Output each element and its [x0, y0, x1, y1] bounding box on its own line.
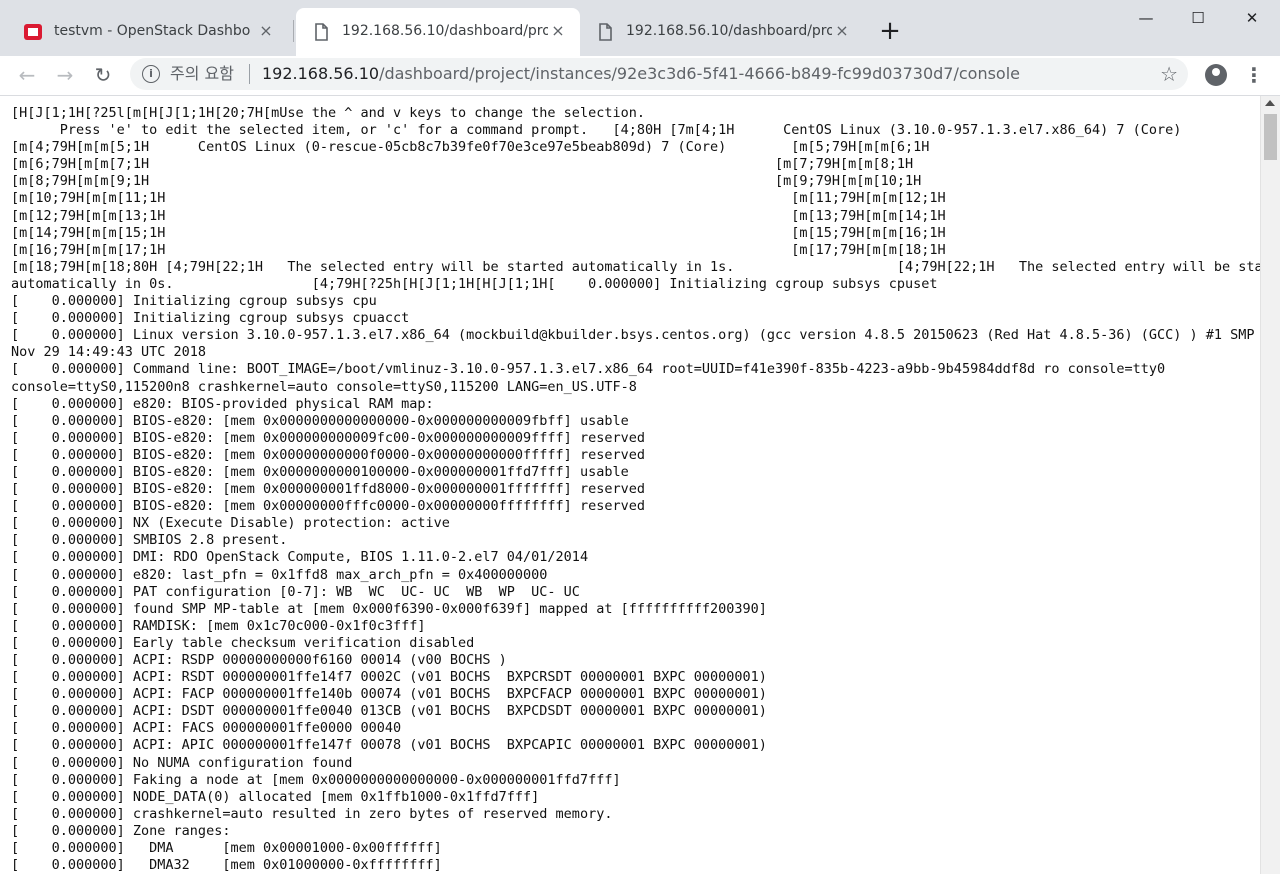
console-line: [ 0.000000] BIOS-e820: [mem 0x0000000000…: [11, 463, 629, 480]
reload-button[interactable]: ↻: [88, 60, 118, 90]
console-line: [ 0.000000] BIOS-e820: [mem 0x000000001f…: [11, 481, 645, 498]
console-line: [ 0.000000] RAMDISK: [mem 0x1c70c000-0x1…: [11, 617, 426, 634]
console-line: [m[6;79H[m[m[7;1H [m[7;79H[m[m[8;1H: [11, 156, 914, 173]
console-lines: [H[J[1;1H[?25l[m[H[J[1;1H[20;7H[mUse the…: [11, 105, 1260, 874]
console-line: console=ttyS0,115200n8 crashkernel=auto …: [11, 378, 637, 395]
tab-openstack-dashboard[interactable]: testvm - OpenStack Dashboard ×: [8, 8, 288, 56]
close-window-button[interactable]: ✕: [1226, 0, 1278, 36]
tab-close-icon[interactable]: ×: [256, 21, 276, 41]
console-line: [ 0.000000] Command line: BOOT_IMAGE=/bo…: [11, 361, 1166, 378]
new-tab-button[interactable]: +: [874, 17, 906, 45]
info-icon[interactable]: i: [142, 65, 160, 83]
browser-titlebar: testvm - OpenStack Dashboard × 192.168.5…: [0, 0, 1280, 56]
profile-avatar-icon[interactable]: [1205, 64, 1227, 86]
console-line: [m[12;79H[m[m[13;1H [m[13;79H[m[m[14;1H: [11, 207, 946, 224]
browser-toolbar: ← → ↻ i 주의 요함 192.168.56.10/dashboard/pr…: [0, 56, 1280, 96]
console-line: [ 0.000000] No NUMA configuration found: [11, 754, 353, 771]
console-line: [ 0.000000] ACPI: RSDP 00000000000f6160 …: [11, 652, 507, 668]
console-line: [ 0.000000] ACPI: DSDT 000000001ffe0040 …: [11, 703, 767, 720]
bookmark-star-icon[interactable]: ☆: [1160, 62, 1178, 86]
console-line: [ 0.000000] ACPI: FACP 000000001ffe140b …: [11, 686, 767, 703]
console-line: [ 0.000000] BIOS-e820: [mem 0x0000000000…: [11, 412, 629, 429]
console-line: automatically in 0s. [4;79H[?25h[H[J[1;1…: [11, 275, 938, 292]
forward-button[interactable]: →: [50, 60, 80, 90]
console-line: [ 0.000000] found SMP MP-table at [mem 0…: [11, 600, 767, 617]
url-path: /dashboard/project/instances/92e3c3d6-5f…: [379, 64, 1020, 83]
tab-close-icon[interactable]: ×: [548, 21, 568, 41]
document-icon: [599, 23, 612, 41]
console-line: Nov 29 14:49:43 UTC 2018: [11, 344, 207, 361]
console-line: [m[8;79H[m[m[9;1H [m[9;79H[m[m[10;1H: [11, 173, 922, 190]
console-line: [m[18;79H[m[18;80H [4;79H[22;1H The sele…: [11, 258, 1260, 275]
console-line: [ 0.000000] Linux version 3.10.0-957.1.3…: [11, 327, 1260, 344]
serial-console-output[interactable]: [H[J[1;1H[?25l[m[H[J[1;1H[20;7H[mUse the…: [0, 96, 1260, 874]
console-line: [ 0.000000] crashkernel=auto resulted in…: [11, 805, 613, 822]
tab-title: 192.168.56.10/dashboard/project/instance…: [626, 23, 832, 39]
tab-console-active[interactable]: 192.168.56.10/dashboard/project/instance…: [296, 8, 580, 56]
console-line: [ 0.000000] SMBIOS 2.8 present.: [11, 532, 288, 549]
console-line: [ 0.000000] ACPI: APIC 000000001ffe147f …: [11, 737, 767, 754]
console-line: [ 0.000000] Initializing cgroup subsys c…: [11, 293, 377, 310]
security-status[interactable]: 주의 요함: [170, 64, 234, 84]
console-line: [m[14;79H[m[m[15;1H [m[15;79H[m[m[16;1H: [11, 224, 946, 241]
url-text[interactable]: 192.168.56.10/dashboard/project/instance…: [262, 64, 1020, 84]
console-line: [ 0.000000] e820: BIOS-provided physical…: [11, 395, 434, 412]
console-line: [ 0.000000] ACPI: FACS 000000001ffe0000 …: [11, 720, 402, 737]
browser-menu-icon[interactable]: ⋮: [1244, 60, 1264, 90]
console-line: [ 0.000000] Zone ranges:: [11, 822, 231, 839]
tab-close-icon[interactable]: ×: [832, 21, 852, 41]
url-host: 192.168.56.10: [262, 64, 380, 83]
back-button[interactable]: ←: [12, 60, 42, 90]
omnibox-divider: [249, 64, 250, 84]
console-line: [ 0.000000] Faking a node at [mem 0x0000…: [11, 771, 621, 788]
tab-console-second[interactable]: 192.168.56.10/dashboard/project/instance…: [580, 8, 864, 56]
console-line: [ 0.000000] DMA [mem 0x00001000-0x00ffff…: [11, 840, 442, 857]
console-line: Press 'e' to edit the selected item, or …: [11, 122, 1182, 139]
console-line: [H[J[1;1H[?25l[m[H[J[1;1H[20;7H[mUse the…: [11, 105, 645, 121]
console-line: [ 0.000000] DMI: RDO OpenStack Compute, …: [11, 549, 589, 566]
vertical-scrollbar[interactable]: [1260, 96, 1280, 874]
tab-title: 192.168.56.10/dashboard/project/instance…: [342, 23, 548, 39]
address-bar[interactable]: i 주의 요함 192.168.56.10/dashboard/project/…: [130, 58, 1188, 90]
console-line: [ 0.000000] e820: last_pfn = 0x1ffd8 max…: [11, 566, 548, 583]
console-line: [ 0.000000] NX (Execute Disable) protect…: [11, 515, 450, 532]
document-icon: [315, 23, 328, 41]
console-line: [ 0.000000] BIOS-e820: [mem 0x0000000000…: [11, 429, 645, 446]
console-line: [ 0.000000] DMA32 [mem 0x01000000-0xffff…: [11, 857, 442, 874]
tab-title: testvm - OpenStack Dashboard: [54, 23, 250, 39]
openstack-logo-icon: [24, 24, 42, 40]
minimize-button[interactable]: —: [1120, 0, 1172, 36]
console-line: [ 0.000000] BIOS-e820: [mem 0x0000000000…: [11, 446, 645, 463]
console-line: [ 0.000000] PAT configuration [0-7]: WB …: [11, 583, 580, 600]
maximize-button[interactable]: ☐: [1172, 0, 1224, 36]
console-line: [ 0.000000] NODE_DATA(0) allocated [mem …: [11, 788, 540, 805]
console-line: [ 0.000000] Early table checksum verific…: [11, 634, 475, 651]
scrollbar-thumb[interactable]: [1264, 114, 1277, 160]
console-line: [m[10;79H[m[m[11;1H [m[11;79H[m[m[12;1H: [11, 190, 946, 207]
tab-separator: [293, 20, 294, 42]
console-line: [ 0.000000] Initializing cgroup subsys c…: [11, 310, 410, 327]
console-line: [m[16;79H[m[m[17;1H [m[17;79H[m[m[18;1H: [11, 241, 946, 258]
console-line: [m[4;79H[m[m[5;1H CentOS Linux (0-rescue…: [11, 139, 930, 156]
scroll-up-arrow-icon[interactable]: [1265, 100, 1275, 106]
console-line: [ 0.000000] BIOS-e820: [mem 0x00000000ff…: [11, 498, 645, 515]
console-line: [ 0.000000] ACPI: RSDT 000000001ffe14f7 …: [11, 669, 767, 686]
